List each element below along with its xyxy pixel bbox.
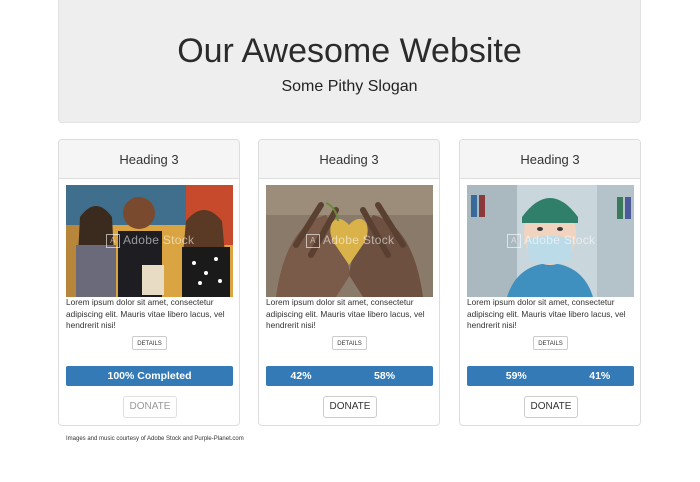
progress-bar-segment: 41% [565,366,634,386]
card-description: Lorem ipsum dolor sit amet, consectetur … [66,297,225,330]
card-heading: Heading 3 [59,140,239,179]
progress-bar-track: 59% 41% [467,366,634,386]
site-title: Our Awesome Website [177,32,522,70]
donate-button[interactable]: DONATE [323,396,377,418]
site-slogan: Some Pithy Slogan [281,78,418,95]
image-credits: Images and music courtesy of Adobe Stock… [66,436,244,442]
card-description: Lorem ipsum dolor sit amet, consectetur … [467,297,626,330]
details-button[interactable]: DETAILS [132,336,167,350]
donation-card-1: Heading 3 A Adobe Stock Lorem ipsum dolor… [58,139,240,426]
donate-button[interactable]: DONATE [524,396,578,418]
card-heading: Heading 3 [460,140,640,179]
donation-card-2: Heading 3 A Adobe Stock Lorem ipsum dolor… [258,139,440,426]
donation-card-3: Heading 3 A Adobe Stock Lorem ipsum dolor… [459,139,641,426]
progress-bar-segment: 58% [336,366,433,386]
adobe-logo-icon: A [306,233,320,248]
card-description: Lorem ipsum dolor sit amet, consectetur … [266,297,425,330]
adobe-logo-icon: A [507,233,521,248]
jumbotron-header: Our Awesome Website Some Pithy Slogan [58,0,641,123]
progress-bar-track: 100% Completed [66,366,233,386]
details-button[interactable]: DETAILS [533,336,568,350]
adobe-stock-watermark: A Adobe Stock [507,233,595,248]
card-photo-children: A Adobe Stock [66,185,233,297]
progress-bar-segment: 100% Completed [66,366,233,386]
adobe-stock-watermark: A Adobe Stock [106,233,194,248]
details-button[interactable]: DETAILS [332,336,367,350]
progress-bar-segment: 59% [467,366,566,386]
progress-bar-track: 42% 58% [266,366,433,386]
card-photo-hands: A Adobe Stock [266,185,433,297]
card-heading: Heading 3 [259,140,439,179]
adobe-stock-watermark: A Adobe Stock [306,233,394,248]
progress-bar-segment: 42% [266,366,337,386]
adobe-logo-icon: A [106,233,120,248]
donate-button[interactable]: DONATE [123,396,177,418]
card-photo-nurse: A Adobe Stock [467,185,634,297]
